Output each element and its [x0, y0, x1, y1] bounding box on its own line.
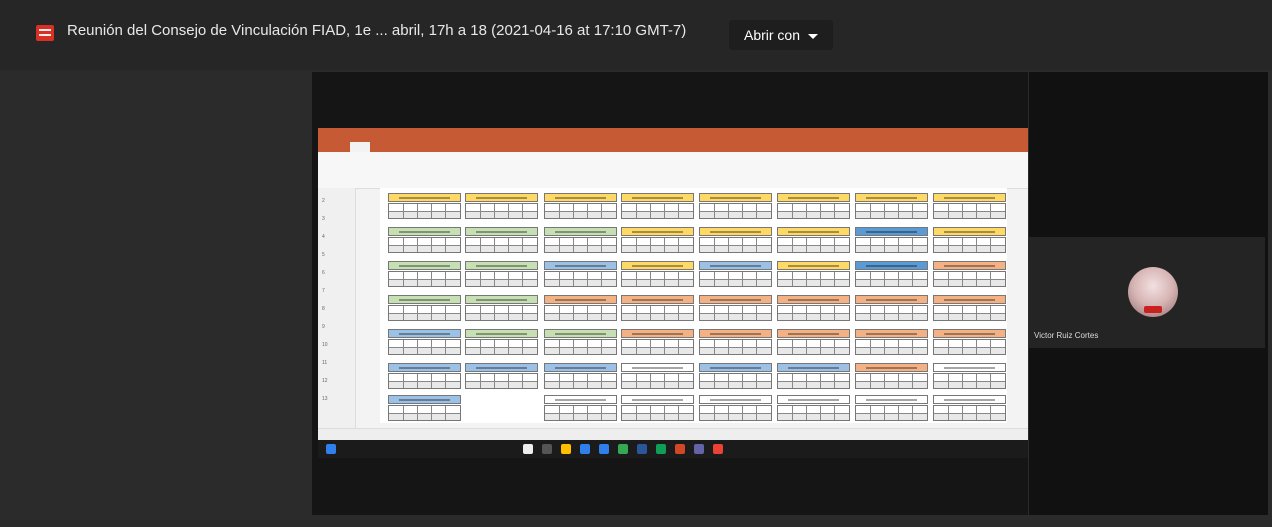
- slides-pane: 2 3 4 5 6 7 8 9 10 11 12 13: [318, 188, 356, 428]
- tab-home[interactable]: [350, 142, 370, 152]
- subject-card: [388, 193, 461, 226]
- subject-card: [544, 227, 617, 260]
- subject-card: [933, 295, 1006, 328]
- subject-card: [544, 363, 617, 396]
- word-icon[interactable]: [637, 444, 647, 454]
- subject-card: [777, 227, 850, 260]
- chrome-icon[interactable]: [618, 444, 628, 454]
- slide-number-2: 2: [322, 198, 325, 204]
- open-with-label: Abrir con: [743, 27, 801, 43]
- participant-avatar: [1128, 267, 1178, 317]
- subject-card: [855, 227, 928, 260]
- subject-card: [777, 193, 850, 226]
- powerpoint-icon[interactable]: [675, 444, 685, 454]
- subject-card: [699, 261, 772, 294]
- subject-card: [388, 261, 461, 294]
- subject-card: [621, 193, 694, 226]
- subject-card: [855, 193, 928, 226]
- powerpoint-title-bar: [318, 128, 1028, 140]
- subject-card: [388, 395, 461, 428]
- subject-card: [777, 329, 850, 362]
- slide-number-9: 9: [322, 324, 325, 330]
- slide-number-11: 11: [322, 360, 328, 366]
- subject-card: [699, 395, 772, 428]
- folder-icon[interactable]: [561, 444, 571, 454]
- subject-card: [699, 295, 772, 328]
- subject-card: [933, 395, 1006, 428]
- teams-icon[interactable]: [694, 444, 704, 454]
- excel-icon[interactable]: [656, 444, 666, 454]
- search-icon[interactable]: [523, 444, 533, 454]
- app-icon[interactable]: [713, 444, 723, 454]
- subject-card: [544, 329, 617, 362]
- subject-card: [544, 395, 617, 428]
- participant-tile[interactable]: Victor Ruiz Cortes: [1029, 237, 1265, 348]
- slide-number-5: 5: [322, 252, 325, 258]
- subject-card: [388, 227, 461, 260]
- store-icon[interactable]: [599, 444, 609, 454]
- mail-icon[interactable]: [580, 444, 590, 454]
- subject-card: [933, 193, 1006, 226]
- slide-number-12: 12: [322, 378, 328, 384]
- subject-card: [699, 329, 772, 362]
- windows-taskbar: [318, 440, 1028, 458]
- subject-card: [621, 227, 694, 260]
- open-with-button[interactable]: Abrir con: [729, 20, 833, 50]
- slide-number-10: 10: [322, 342, 328, 348]
- subject-card: [855, 363, 928, 396]
- subject-card: [621, 395, 694, 428]
- subject-card: [855, 395, 928, 428]
- slide-number-3: 3: [322, 216, 325, 222]
- subject-card: [621, 329, 694, 362]
- subject-card: [933, 261, 1006, 294]
- subject-card: [855, 295, 928, 328]
- subject-card: [388, 295, 461, 328]
- participant-name: Victor Ruiz Cortes: [1034, 331, 1099, 340]
- video-file-icon: [36, 25, 54, 41]
- subject-card: [855, 329, 928, 362]
- subject-card: [544, 295, 617, 328]
- subject-card: [388, 363, 461, 396]
- subject-card: [465, 363, 538, 396]
- subject-card: [621, 261, 694, 294]
- subject-card: [544, 193, 617, 226]
- powerpoint-ribbon: [318, 152, 1028, 189]
- slide-number-6: 6: [322, 270, 325, 276]
- subject-card: [465, 329, 538, 362]
- subject-card: [777, 295, 850, 328]
- subject-card: [699, 193, 772, 226]
- drive-preview-header: Reunión del Consejo de Vinculación FIAD,…: [0, 0, 1272, 70]
- subject-card: [465, 193, 538, 226]
- subject-card: [699, 363, 772, 396]
- subject-card: [777, 395, 850, 428]
- subject-card: [933, 227, 1006, 260]
- subject-card: [544, 261, 617, 294]
- file-title: Reunión del Consejo de Vinculación FIAD,…: [67, 22, 687, 39]
- subject-card: [465, 295, 538, 328]
- subject-card: [621, 363, 694, 396]
- slide-number-7: 7: [322, 288, 325, 294]
- slide-number-8: 8: [322, 306, 325, 312]
- windows-start-icon[interactable]: [326, 444, 336, 454]
- slide-number-13: 13: [322, 396, 328, 402]
- subject-card: [933, 329, 1006, 362]
- subject-card: [933, 363, 1006, 396]
- subject-card: [465, 261, 538, 294]
- subject-card: [465, 227, 538, 260]
- subject-card: [777, 363, 850, 396]
- ribbon-tabs: [318, 140, 1028, 152]
- subject-card: [855, 261, 928, 294]
- subject-card: [777, 261, 850, 294]
- chevron-down-icon: [808, 33, 819, 39]
- curriculum-slide: [380, 188, 1007, 423]
- slide-number-4: 4: [322, 234, 325, 240]
- subject-card: [388, 329, 461, 362]
- subject-card: [621, 295, 694, 328]
- subject-card: [699, 227, 772, 260]
- task-view-icon[interactable]: [542, 444, 552, 454]
